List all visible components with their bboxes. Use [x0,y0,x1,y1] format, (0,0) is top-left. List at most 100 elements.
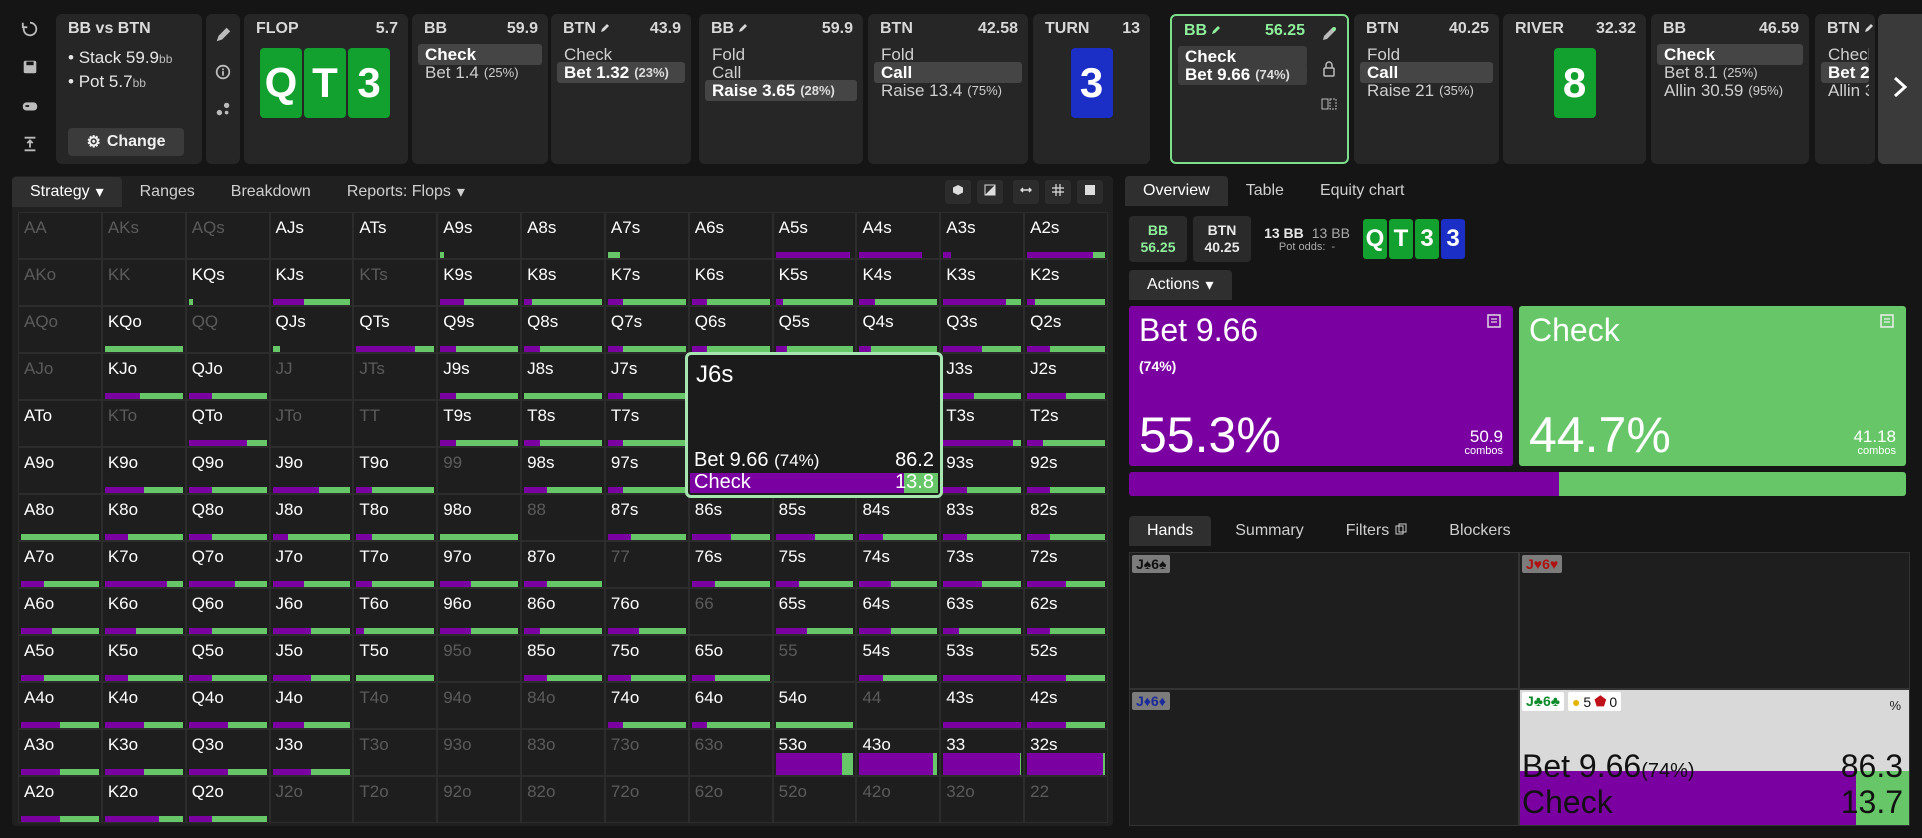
hand-cell-97s[interactable]: 97s [604,447,689,494]
hand-cell-AKs[interactable]: AKs [101,212,186,259]
hand-cell-Q7s[interactable]: Q7s [604,306,689,353]
hand-cell-J5o[interactable]: J5o [269,635,354,682]
hand-cell-QQ[interactable]: QQ [185,306,270,353]
combo-cell-selected[interactable]: J♣6♣ ● 5 ⬟ 0 % Bet 9.66(74%) 86.3 Check 13.7 [1519,689,1910,826]
hand-cell-A6o[interactable]: A6o [18,588,102,635]
hand-cell-44[interactable]: 44 [856,682,941,729]
hand-cell-93s[interactable]: 93s [940,447,1025,494]
hand-cell-98o[interactable]: 98o [437,494,522,541]
combo-cell[interactable]: J♥6♥ [1519,552,1910,689]
hand-cell-97o[interactable]: 97o [437,541,522,588]
hand-cell-A3o[interactable]: A3o [18,729,102,776]
hand-cell-87o[interactable]: 87o [521,541,605,588]
hand-cell-J7o[interactable]: J7o [269,541,354,588]
hand-cell-T6o[interactable]: T6o [353,588,438,635]
tree-node-flop[interactable]: FLOP 5.7 Q T 3 [244,14,408,164]
hand-cell-Q4o[interactable]: Q4o [185,682,270,729]
hand-cell-ATo[interactable]: ATo [18,400,102,447]
hand-cell-AJo[interactable]: AJo [18,353,102,400]
hand-cell-52o[interactable]: 52o [772,776,857,823]
hand-cell-K4o[interactable]: K4o [101,682,186,729]
hand-cell-Q9o[interactable]: Q9o [185,447,270,494]
node-action[interactable]: Bet 1.4 (25%) [418,62,542,83]
hand-cell-TT[interactable]: TT [353,400,438,447]
hand-cell-QJo[interactable]: QJo [185,353,270,400]
hand-cell-73o[interactable]: 73o [604,729,689,776]
tab-filters[interactable]: Filters [1328,516,1426,546]
hand-cell-J7s[interactable]: J7s [604,353,689,400]
hand-cell-J4o[interactable]: J4o [269,682,354,729]
hand-cell-Q3o[interactable]: Q3o [185,729,270,776]
hand-cell-22[interactable]: 22 [1024,776,1108,823]
actions-dropdown[interactable]: Actions ▾ [1129,270,1232,300]
nodes-icon[interactable] [214,100,232,123]
hand-cell-43s[interactable]: 43s [940,682,1025,729]
hand-cell-T5o[interactable]: T5o [353,635,438,682]
hand-cell-AJs[interactable]: AJs [269,212,354,259]
tab-overview[interactable]: Overview [1125,176,1228,206]
node-action[interactable]: Bet 9.66 (74%) [1178,64,1307,85]
hand-cell-Q4s[interactable]: Q4s [856,306,941,353]
hand-cell-63s[interactable]: 63s [940,588,1025,635]
hand-cell-KQs[interactable]: KQs [185,259,270,306]
hand-cell-K9o[interactable]: K9o [101,447,186,494]
hand-cell-98s[interactable]: 98s [521,447,605,494]
hand-cell-A2s[interactable]: A2s [1024,212,1108,259]
gamepad-icon[interactable] [21,97,39,120]
hand-cell-72s[interactable]: 72s [1024,541,1108,588]
hand-cell-K6o[interactable]: K6o [101,588,186,635]
tree-node-btn4[interactable]: BTNCheckBet 27.07Allin 30.59 [1815,14,1875,164]
hand-cell-A2o[interactable]: A2o [18,776,102,823]
hand-cell-73s[interactable]: 73s [940,541,1025,588]
hand-cell-JTo[interactable]: JTo [269,400,354,447]
hand-cell-K9s[interactable]: K9s [437,259,522,306]
hand-cell-33[interactable]: 33 [940,729,1025,776]
hand-cell-42o[interactable]: 42o [856,776,941,823]
tree-node-btn2[interactable]: BTN 42.58 Fold Call Raise 13.4 (75%) [868,14,1028,164]
hand-cell-AQo[interactable]: AQo [18,306,102,353]
check-action-card[interactable]: Check 44.7% 41.18 combos [1519,306,1906,466]
expand-view-button[interactable] [1013,180,1039,204]
hand-cell-T3o[interactable]: T3o [353,729,438,776]
hand-cell-94o[interactable]: 94o [437,682,522,729]
tab-ranges[interactable]: Ranges [122,177,213,207]
hand-cell-JTs[interactable]: JTs [353,353,438,400]
hand-cell-88[interactable]: 88 [521,494,605,541]
hand-cell-92o[interactable]: 92o [437,776,522,823]
hand-cell-82o[interactable]: 82o [521,776,605,823]
hand-cell-74o[interactable]: 74o [604,682,689,729]
tab-strategy[interactable]: Strategy ▾ [12,177,122,207]
tab-breakdown[interactable]: Breakdown [213,177,329,207]
hand-cell-Q2s[interactable]: Q2s [1024,306,1108,353]
hand-cell-86s[interactable]: 86s [688,494,773,541]
node-action[interactable]: Raise 3.65 (28%) [705,80,857,101]
hand-cell-74s[interactable]: 74s [856,541,941,588]
hand-cell-84o[interactable]: 84o [521,682,605,729]
hand-cell-62s[interactable]: 62s [1024,588,1108,635]
hand-cell-QTs[interactable]: QTs [353,306,438,353]
node-action[interactable]: Bet 1.32 (23%) [557,62,685,83]
note-icon[interactable] [1880,314,1894,333]
hand-cell-T8s[interactable]: T8s [521,400,605,447]
hand-cell-T7s[interactable]: T7s [604,400,689,447]
node-action[interactable]: Allin 30.59 [1821,80,1869,101]
hand-cell-66[interactable]: 66 [688,588,773,635]
hand-cell-Q5s[interactable]: Q5s [772,306,857,353]
hand-cell-A9s[interactable]: A9s [437,212,522,259]
hand-cell-K8s[interactable]: K8s [521,259,605,306]
hand-cell-54o[interactable]: 54o [772,682,857,729]
hand-cell-93o[interactable]: 93o [437,729,522,776]
hand-cell-K7o[interactable]: K7o [101,541,186,588]
hand-cell-53o[interactable]: 53o [772,729,857,776]
hand-cell-J3o[interactable]: J3o [269,729,354,776]
hand-cell-75s[interactable]: 75s [772,541,857,588]
hand-cell-43o[interactable]: 43o [856,729,941,776]
hand-cell-83s[interactable]: 83s [940,494,1025,541]
hand-cell-A4s[interactable]: A4s [856,212,941,259]
hand-cell-95o[interactable]: 95o [437,635,522,682]
hand-cell-T2o[interactable]: T2o [353,776,438,823]
hand-cell-K3s[interactable]: K3s [940,259,1025,306]
save-icon[interactable] [21,58,39,81]
hand-cell-A8o[interactable]: A8o [18,494,102,541]
hand-cell-KTo[interactable]: KTo [101,400,186,447]
